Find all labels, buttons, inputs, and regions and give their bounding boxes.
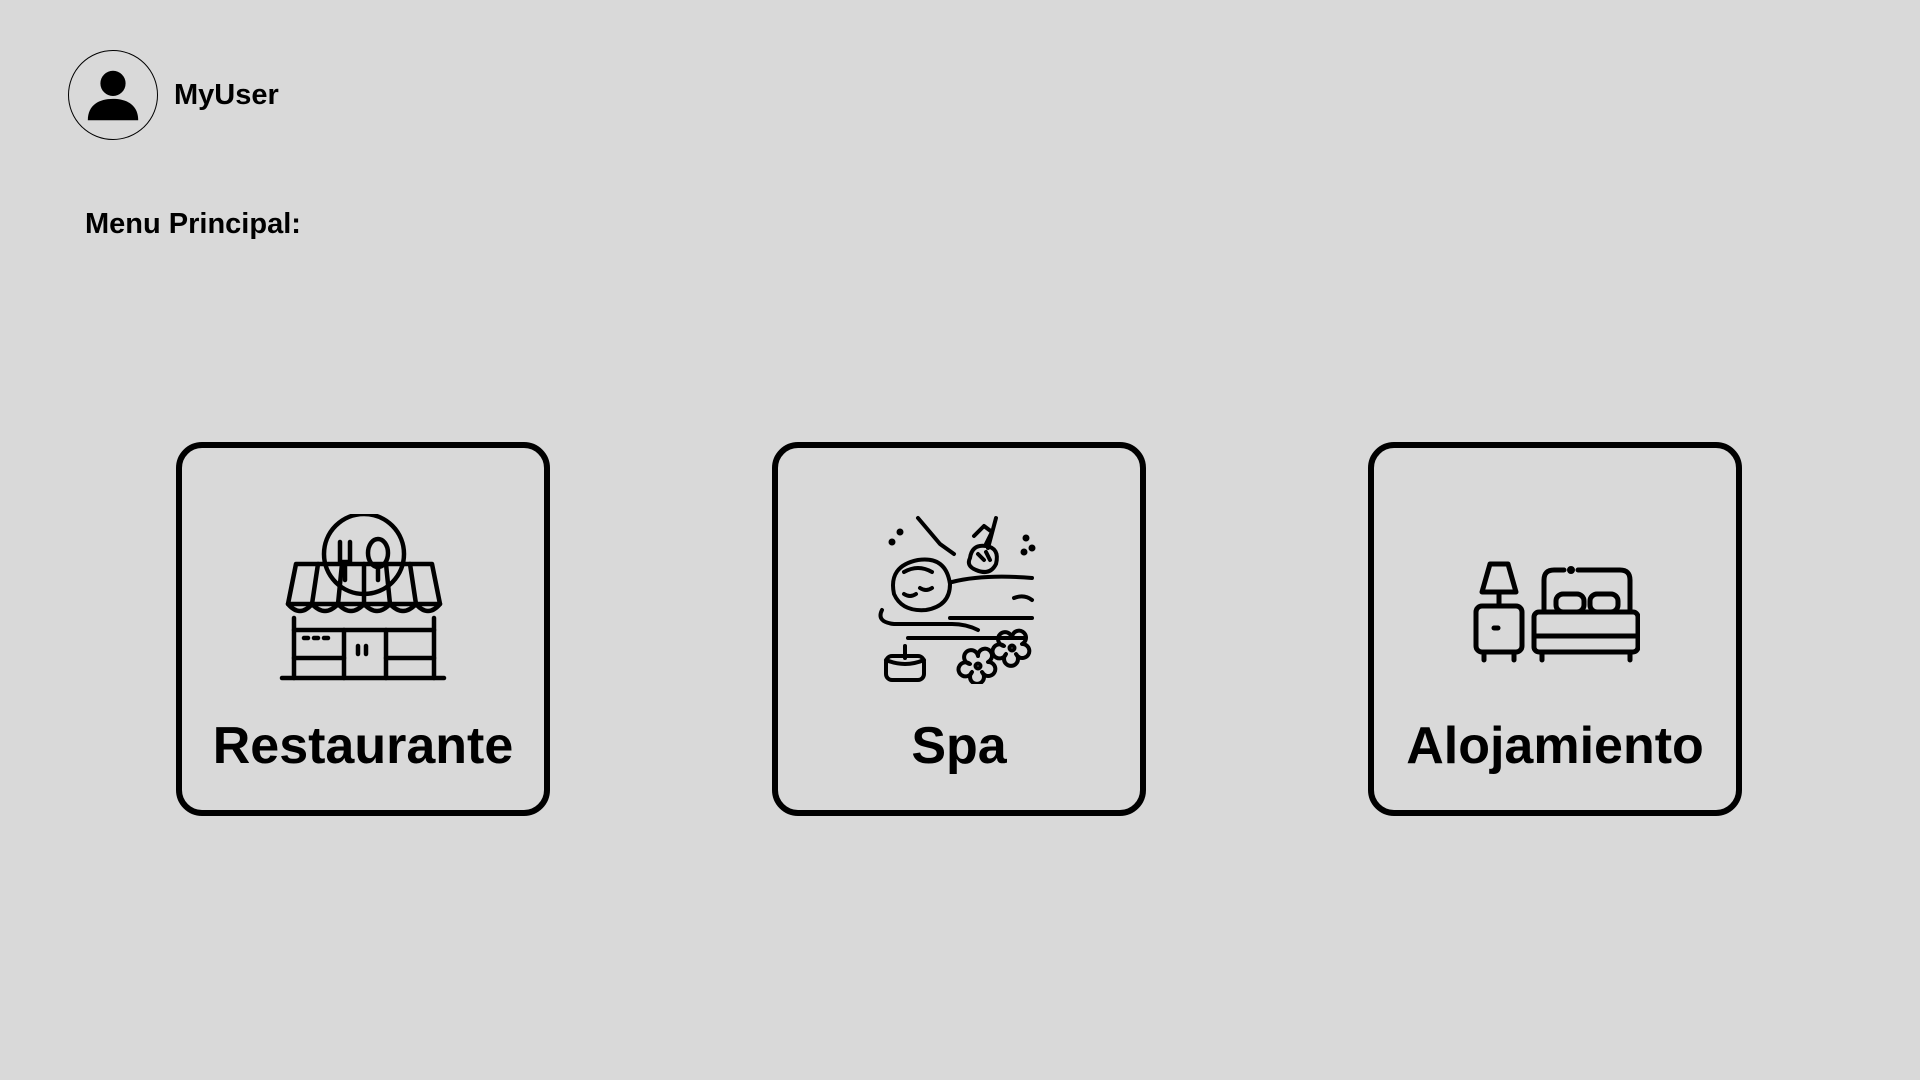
- lodging-card[interactable]: Alojamiento: [1368, 442, 1742, 816]
- restaurant-storefront-icon: [278, 511, 448, 684]
- bed-lamp-icon: [1470, 514, 1641, 684]
- restaurant-card[interactable]: Restaurante: [176, 442, 550, 816]
- restaurant-card-label: Restaurante: [212, 717, 514, 775]
- avatar-button[interactable]: [68, 50, 158, 140]
- lodging-card-label: Alojamiento: [1406, 717, 1704, 775]
- main-menu-screen: MyUser Menu Principal: Restaurante Spa A…: [0, 0, 1920, 1080]
- username-label: MyUser: [174, 78, 279, 111]
- spa-card[interactable]: Spa: [772, 442, 1146, 816]
- user-profile: MyUser: [68, 50, 279, 140]
- spa-massage-icon: [874, 514, 1044, 686]
- page-title: Menu Principal:: [85, 208, 301, 240]
- menu-cards: Restaurante Spa Alojamiento: [176, 442, 1744, 816]
- spa-card-label: Spa: [911, 717, 1007, 775]
- user-avatar-icon: [87, 70, 139, 121]
